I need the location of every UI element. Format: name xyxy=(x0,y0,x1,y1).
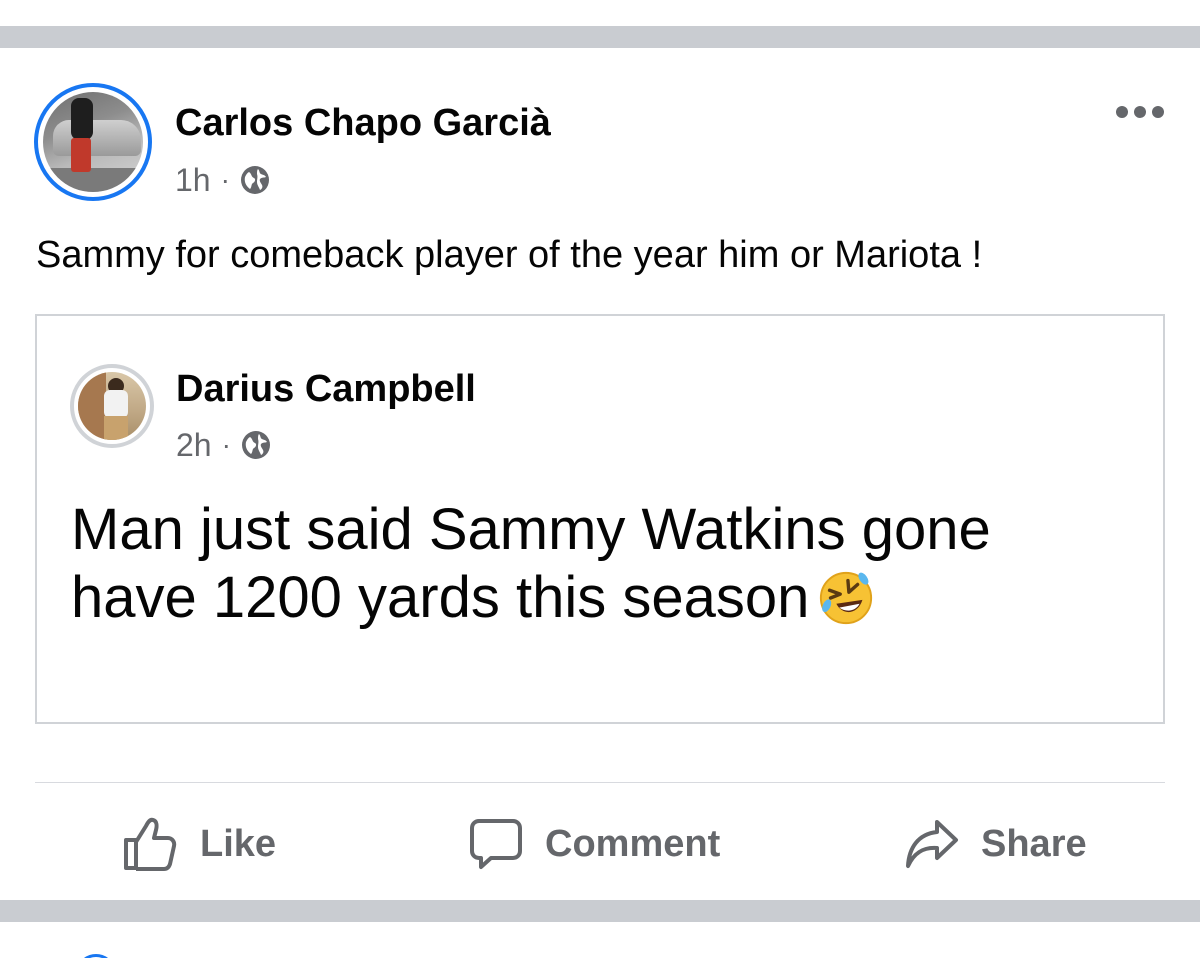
next-feed-post xyxy=(0,922,1200,958)
shared-post[interactable]: Darius Campbell 2h · Man just said Sammy… xyxy=(35,314,1165,724)
shared-post-text-line: Man just said Sammy Watkins gone xyxy=(71,497,991,562)
author-avatar[interactable] xyxy=(34,83,152,201)
feed-divider xyxy=(0,26,1200,48)
shared-author-name[interactable]: Darius Campbell xyxy=(176,368,476,411)
author-name[interactable]: Carlos Chapo Garcià xyxy=(175,102,551,145)
globe-icon xyxy=(240,166,269,194)
meta-separator: · xyxy=(220,164,230,195)
shared-author-avatar-photo xyxy=(78,372,146,440)
thumbs-up-icon xyxy=(124,817,177,871)
shared-post-meta: 2h · xyxy=(176,425,271,465)
rolling-on-floor-laughing-emoji xyxy=(820,571,873,625)
actions-divider xyxy=(35,782,1165,783)
post-time[interactable]: 1h xyxy=(175,162,211,199)
shared-post-time[interactable]: 2h xyxy=(176,427,212,464)
next-post-avatar[interactable] xyxy=(76,954,116,958)
comment-icon xyxy=(470,819,522,869)
feed-top-space xyxy=(0,0,1200,26)
more-options-icon[interactable] xyxy=(1116,104,1166,120)
comment-label: Comment xyxy=(545,822,721,865)
shared-post-text-line-2: have 1200 yards this season xyxy=(71,565,810,630)
share-button[interactable]: Share xyxy=(905,810,1087,878)
shared-post-text: Man just said Sammy Watkins gone have 12… xyxy=(71,496,1141,632)
like-button[interactable]: Like xyxy=(120,810,276,878)
shared-post-text-line: have 1200 yards this season xyxy=(71,564,1141,632)
globe-icon xyxy=(241,431,270,459)
feed-post: Carlos Chapo Garcià 1h · Sammy for comeb… xyxy=(0,48,1200,900)
post-meta: 1h · xyxy=(175,160,270,200)
author-avatar-photo xyxy=(43,92,143,192)
share-label: Share xyxy=(981,822,1087,865)
shared-author-avatar[interactable] xyxy=(70,364,154,448)
comment-button[interactable]: Comment xyxy=(469,810,720,878)
post-text: Sammy for comeback player of the year hi… xyxy=(36,234,983,276)
share-arrow-icon xyxy=(906,820,958,868)
meta-separator: · xyxy=(221,429,231,460)
feed-divider xyxy=(0,900,1200,922)
like-label: Like xyxy=(200,822,277,865)
